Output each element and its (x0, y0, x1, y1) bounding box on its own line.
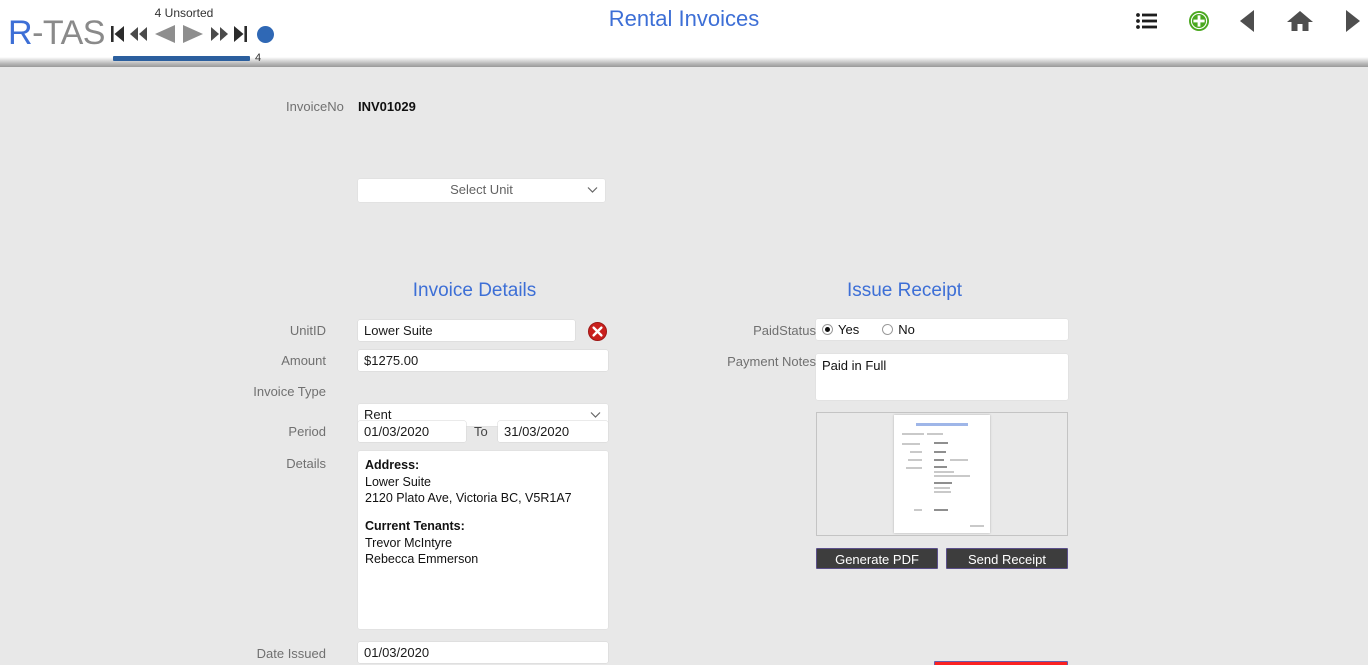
send-receipt-button[interactable]: Send Receipt (946, 548, 1068, 569)
invoice-type-label: Invoice Type (253, 384, 326, 399)
unit-id-label: UnitID (289, 323, 326, 338)
period-to-input[interactable] (498, 421, 608, 442)
unit-id-input[interactable] (358, 320, 575, 341)
paid-status-label: PaidStatus (753, 323, 816, 338)
invoice-pdf-preview[interactable] (816, 412, 1068, 536)
paid-status-no-label: No (898, 322, 915, 337)
home-icon[interactable] (1286, 8, 1314, 39)
select-unit-dropdown[interactable]: Select Unit (358, 179, 605, 202)
date-issued-input[interactable] (358, 642, 608, 663)
period-label: Period (288, 424, 326, 439)
chevron-down-icon (587, 186, 598, 194)
slider-track[interactable] (113, 55, 250, 61)
form-body: InvoiceNo INV01029 Select Unit Invoice D… (0, 67, 1368, 665)
paid-status-yes-radio[interactable] (822, 324, 833, 335)
app-header: R-TAS 4 Unsorted 4 Rental Invoices (0, 0, 1368, 64)
amount-input[interactable] (358, 350, 608, 371)
date-issued-label: Date Issued (256, 646, 326, 661)
details-address-line1: Lower Suite (365, 474, 432, 489)
add-record-icon[interactable] (1188, 10, 1210, 37)
details-label: Details (286, 456, 326, 471)
invoice-no-value: INV01029 (358, 99, 416, 114)
details-tenant-2: Rebecca Emmerson (365, 552, 479, 567)
invoice-details-title: Invoice Details (412, 280, 537, 301)
record-position-slider[interactable]: 4 (113, 52, 261, 64)
delete-record-button[interactable]: Delete Record (934, 661, 1068, 665)
paid-status-group: Yes No (816, 319, 1068, 340)
invoice-no-label: InvoiceNo (286, 99, 344, 114)
details-address-line2: 2120 Plato Ave, Victoria BC, V5R1A7 (365, 491, 572, 506)
forward-arrow-icon[interactable] (1342, 8, 1362, 39)
details-address-heading: Address: (365, 458, 420, 472)
record-number-label: 4 (255, 52, 262, 64)
period-from-input[interactable] (358, 421, 466, 442)
details-textarea[interactable]: Address: Lower Suite 2120 Plato Ave, Vic… (358, 451, 608, 629)
select-unit-label: Select Unit (450, 182, 513, 197)
back-arrow-icon[interactable] (1238, 8, 1258, 39)
issue-receipt-title: Issue Receipt (846, 280, 963, 301)
paid-status-yes-label: Yes (838, 322, 860, 337)
details-spacer (365, 507, 601, 518)
payment-notes-textarea[interactable]: Paid in Full (816, 354, 1068, 400)
details-tenant-1: Trevor McIntyre (365, 535, 453, 550)
payment-notes-label: Payment Notes (727, 354, 816, 369)
list-view-icon[interactable] (1135, 11, 1160, 36)
thumbnail-title-line (916, 423, 968, 426)
invoice-type-value: Rent (364, 407, 392, 422)
chevron-down-icon (590, 411, 601, 419)
details-tenants-heading: Current Tenants: (365, 518, 465, 533)
period-to-label: To (474, 424, 488, 439)
invoice-pdf-thumbnail (894, 415, 990, 533)
payment-notes-value: Paid in Full (822, 358, 887, 373)
delete-unit-icon[interactable] (588, 322, 607, 346)
generate-pdf-button[interactable]: Generate PDF (816, 548, 938, 569)
header-actions (1135, 8, 1362, 39)
paid-status-no-radio[interactable] (882, 324, 894, 335)
amount-label: Amount (281, 353, 326, 368)
